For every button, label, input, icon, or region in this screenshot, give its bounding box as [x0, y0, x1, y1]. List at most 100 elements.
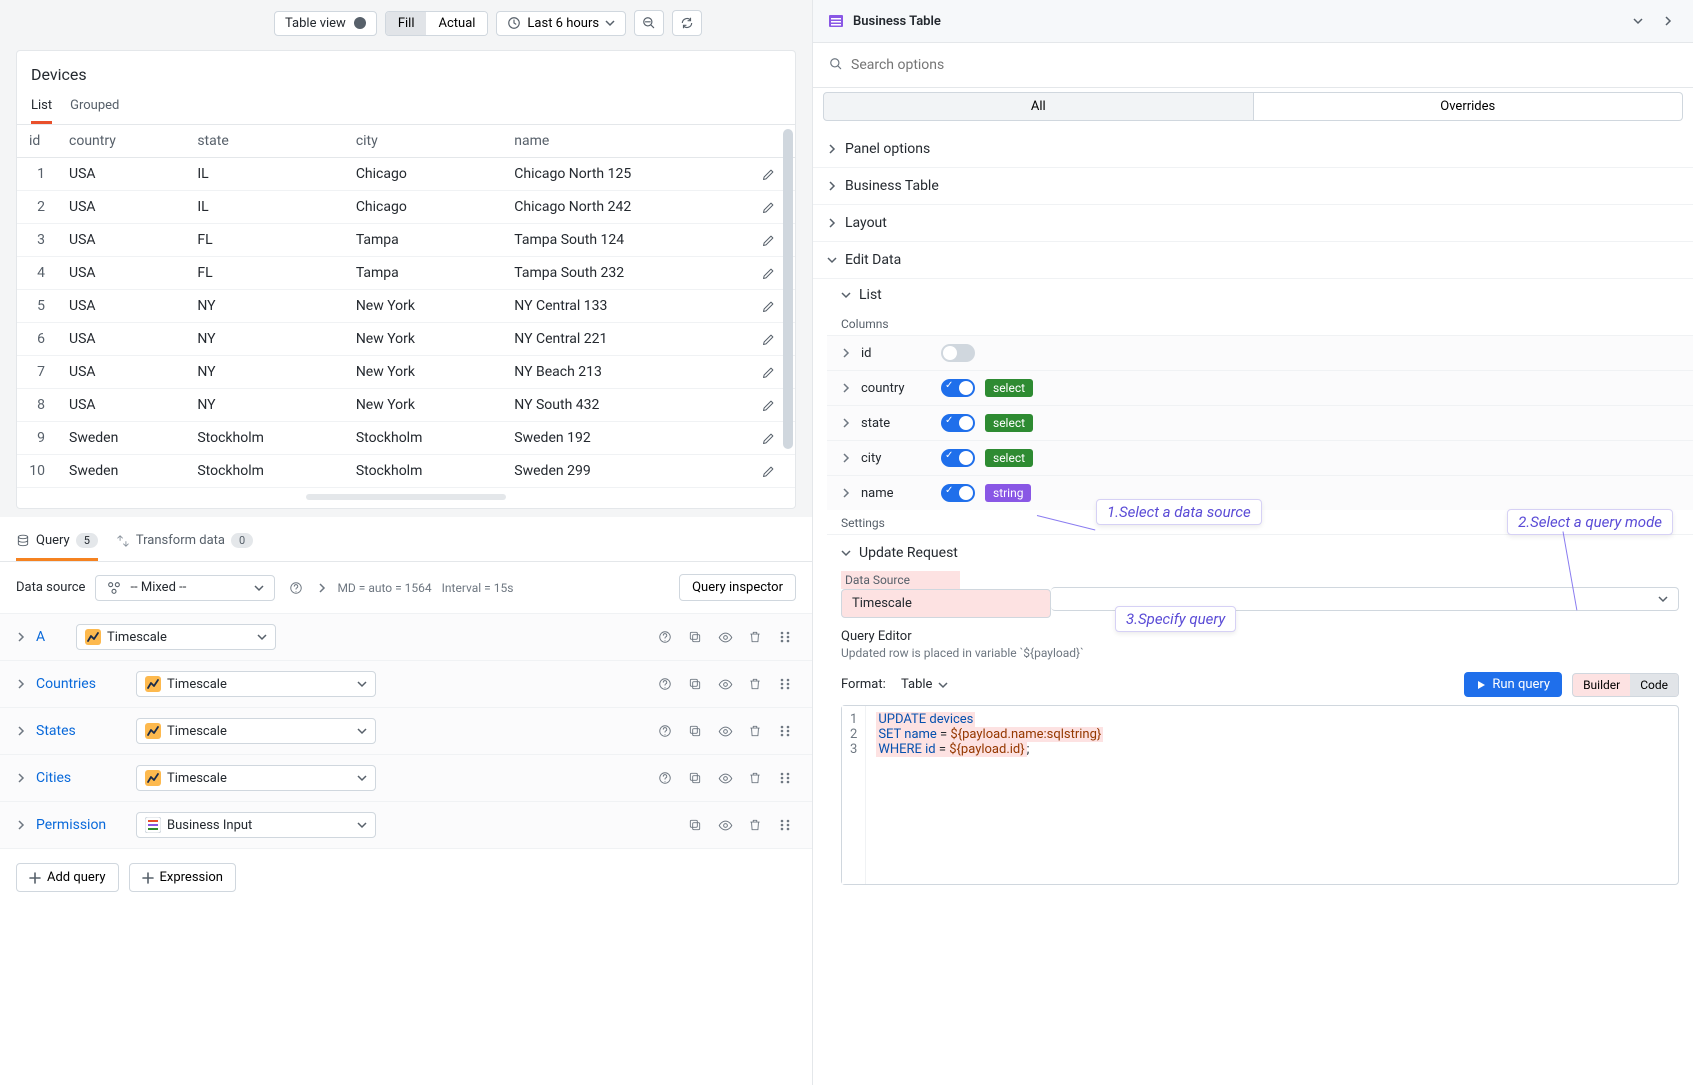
help-button[interactable] — [654, 720, 676, 742]
zoom-out-button[interactable] — [634, 10, 664, 36]
query-datasource-select[interactable]: Business Input — [136, 812, 376, 838]
expand-column-button[interactable] — [841, 452, 851, 464]
column-toggle[interactable]: ✓ — [941, 484, 975, 502]
refresh-button[interactable] — [672, 10, 702, 36]
section-layout[interactable]: Layout — [813, 205, 1693, 242]
expand-query-button[interactable] — [16, 819, 26, 831]
expand-column-button[interactable] — [841, 382, 851, 394]
add-query-button[interactable]: Add query — [16, 863, 119, 892]
query-datasource-select[interactable]: Timescale — [136, 671, 376, 697]
query-inspector-button[interactable]: Query inspector — [679, 574, 796, 601]
format-select[interactable]: Format: Table — [841, 677, 948, 692]
drag-button[interactable] — [774, 814, 796, 836]
datasource-select[interactable]: -- Mixed -- — [95, 575, 275, 601]
edit-row-button[interactable] — [761, 365, 783, 380]
section-edit-data[interactable]: Edit Data — [813, 242, 1693, 279]
drag-button[interactable] — [774, 673, 796, 695]
collapse-panel-button[interactable] — [1657, 10, 1679, 32]
tab-transform[interactable]: Transform data 0 — [116, 527, 253, 561]
list-subsection[interactable]: List — [827, 279, 1693, 311]
help-button[interactable] — [654, 673, 676, 695]
column-header[interactable]: state — [185, 125, 343, 158]
mode-builder-button[interactable]: Builder — [1573, 674, 1630, 696]
ds-box-select[interactable]: Timescale — [841, 589, 1051, 618]
help-button[interactable] — [654, 767, 676, 789]
search-options-input[interactable] — [823, 51, 1683, 79]
query-name[interactable]: States — [36, 723, 126, 739]
expand-options-button[interactable] — [317, 582, 327, 594]
eye-button[interactable] — [714, 626, 736, 648]
vertical-scrollbar[interactable] — [783, 129, 793, 449]
horizontal-scrollbar[interactable] — [306, 494, 506, 500]
eye-button[interactable] — [714, 767, 736, 789]
edit-row-button[interactable] — [761, 200, 783, 215]
tab-all[interactable]: All — [823, 92, 1254, 121]
transform-count-badge: 0 — [231, 533, 253, 548]
dup-button[interactable] — [684, 720, 706, 742]
expand-query-button[interactable] — [16, 725, 26, 737]
tab-overrides[interactable]: Overrides — [1254, 92, 1684, 121]
query-datasource-select[interactable]: Timescale — [136, 718, 376, 744]
help-button[interactable] — [654, 626, 676, 648]
query-name[interactable]: A — [36, 629, 66, 645]
panel-type-dropdown[interactable] — [1627, 10, 1649, 32]
expand-query-button[interactable] — [16, 631, 26, 643]
drag-button[interactable] — [774, 720, 796, 742]
edit-row-button[interactable] — [761, 266, 783, 281]
trash-button[interactable] — [744, 673, 766, 695]
dup-button[interactable] — [684, 814, 706, 836]
trash-button[interactable] — [744, 720, 766, 742]
column-header[interactable]: country — [57, 125, 185, 158]
section-business-table[interactable]: Business Table — [813, 168, 1693, 205]
table-view-toggle[interactable]: Table view — [274, 11, 377, 36]
edit-row-button[interactable] — [761, 299, 783, 314]
column-header[interactable]: id — [17, 125, 57, 158]
query-name[interactable]: Countries — [36, 676, 126, 692]
drag-button[interactable] — [774, 767, 796, 789]
edit-row-button[interactable] — [761, 431, 783, 446]
tab-query[interactable]: Query 5 — [16, 527, 98, 561]
fill-button[interactable]: Fill — [386, 12, 427, 35]
expand-column-button[interactable] — [841, 347, 851, 359]
expand-query-button[interactable] — [16, 772, 26, 784]
add-expression-button[interactable]: Expression — [129, 863, 237, 892]
column-toggle[interactable] — [941, 344, 975, 362]
trash-button[interactable] — [744, 814, 766, 836]
cell-state: FL — [185, 224, 343, 257]
expand-query-button[interactable] — [16, 678, 26, 690]
column-toggle[interactable]: ✓ — [941, 449, 975, 467]
expand-column-button[interactable] — [841, 417, 851, 429]
time-range-picker[interactable]: Last 6 hours — [496, 11, 626, 36]
query-name[interactable]: Permission — [36, 817, 126, 833]
column-header[interactable]: name — [502, 125, 749, 158]
edit-row-button[interactable] — [761, 332, 783, 347]
datasource-help-button[interactable] — [285, 577, 307, 599]
trash-button[interactable] — [744, 626, 766, 648]
edit-row-button[interactable] — [761, 398, 783, 413]
eye-button[interactable] — [714, 673, 736, 695]
query-name[interactable]: Cities — [36, 770, 126, 786]
mode-code-button[interactable]: Code — [1630, 674, 1678, 696]
dup-button[interactable] — [684, 673, 706, 695]
edit-row-button[interactable] — [761, 464, 783, 479]
tab-list[interactable]: List — [31, 92, 52, 124]
column-header[interactable]: city — [344, 125, 502, 158]
run-query-button[interactable]: Run query — [1464, 672, 1562, 697]
expand-column-button[interactable] — [841, 487, 851, 499]
query-datasource-select[interactable]: Timescale — [76, 624, 276, 650]
eye-button[interactable] — [714, 720, 736, 742]
dup-button[interactable] — [684, 626, 706, 648]
drag-button[interactable] — [774, 626, 796, 648]
trash-button[interactable] — [744, 767, 766, 789]
query-datasource-select[interactable]: Timescale — [136, 765, 376, 791]
tab-grouped[interactable]: Grouped — [70, 92, 119, 124]
dup-button[interactable] — [684, 767, 706, 789]
edit-row-button[interactable] — [761, 233, 783, 248]
code-editor[interactable]: 123 UPDATE devices SET name = ${payload.… — [841, 705, 1679, 885]
eye-button[interactable] — [714, 814, 736, 836]
column-toggle[interactable]: ✓ — [941, 414, 975, 432]
edit-row-button[interactable] — [761, 167, 783, 182]
section-panel-options[interactable]: Panel options — [813, 131, 1693, 168]
actual-button[interactable]: Actual — [426, 12, 487, 35]
column-toggle[interactable]: ✓ — [941, 379, 975, 397]
